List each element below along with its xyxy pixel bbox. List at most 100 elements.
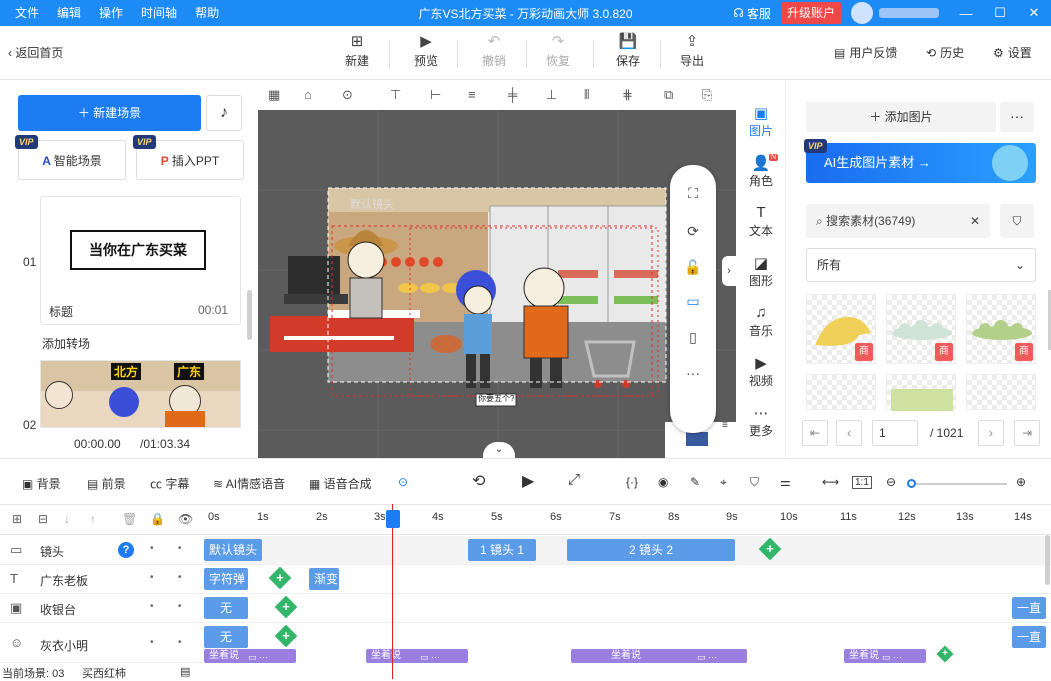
history-button[interactable]: ⟲ 历史 [926,44,964,61]
filter-icon[interactable]: ⛉ [750,475,759,490]
ai-voice-button[interactable]: ≋ AI情感语音 [213,475,285,492]
bracket-icon[interactable]: {·} [626,475,638,489]
track-character[interactable]: ☺ 灰衣小明 • • [0,623,204,663]
clear-search-icon[interactable]: ✕ [970,204,980,238]
track-row[interactable]: 默认镜头 1 镜头 1 2 镜头 2 + [204,536,1051,565]
new-button[interactable]: ⊞ 新建 [332,32,382,69]
action-clip[interactable]: 坐着说 ▭ ··· [844,649,926,663]
more-circle-icon[interactable]: ⊙ [342,87,353,103]
add-clip-button[interactable]: + [274,624,298,648]
clip[interactable]: 无 [204,597,248,619]
prev-page-button[interactable]: ‹ [836,420,862,446]
expand-right-button[interactable]: › [722,256,736,286]
speech-icon[interactable]: ▭ ··· [248,650,268,664]
notes-icon[interactable]: ▤ [180,665,190,678]
adjust-icon[interactable]: ⚌ [780,475,791,489]
lock-dot[interactable]: • [150,543,154,554]
more-dots-icon[interactable]: ··· [670,365,716,381]
track-text[interactable]: T 广东老板 • • [0,565,204,594]
tts-button[interactable]: ▦ 语音合成 [309,475,372,492]
menu-help[interactable]: 帮助 [186,0,228,26]
tab-character[interactable]: 👤 角色 N [736,154,786,189]
preview-button[interactable]: ▶ 预览 [401,32,451,69]
avatar[interactable] [851,2,873,24]
ai-generate-banner[interactable]: VIP AI生成图片素材 → [804,139,1036,183]
monitor-icon[interactable]: ▭ [670,293,716,310]
zoom-slider-knob[interactable] [907,479,916,488]
insert-ppt-button[interactable]: VIP P 插入PPT [133,135,244,180]
clip[interactable]: 默认镜头 [204,539,262,561]
add-transition-link[interactable]: 添加转场 [42,335,90,352]
menu-edit[interactable]: 编辑 [48,0,90,26]
paste-icon[interactable]: ⎘ [702,87,712,103]
asset-thumb[interactable] [886,374,956,411]
add-clip-button[interactable]: + [758,537,782,561]
lock-dot[interactable]: • [150,601,154,612]
minimize-icon[interactable]: — [949,6,983,21]
save-button[interactable]: 💾 保存 [603,32,653,69]
rotate-device-icon[interactable]: ⟳ [670,223,716,240]
next-page-button[interactable]: › [978,420,1004,446]
more-tools-button[interactable]: ⊙ [398,475,408,489]
align-left-icon[interactable]: ⊢ [430,87,441,103]
scene-list-scrollbar[interactable] [247,290,252,340]
clip[interactable]: 一直 [1012,597,1046,619]
unlock-icon[interactable]: 🔓 [670,259,716,276]
clip[interactable]: 2 镜头 2 [567,539,735,561]
first-page-button[interactable]: ⇤ [802,420,828,446]
home-icon[interactable]: ⌂ [304,87,312,102]
align-top-icon[interactable]: ⊤ [390,87,401,103]
mask-icon[interactable]: ⌖ [720,475,727,490]
clip[interactable]: 渐变 [309,568,339,590]
tab-shape[interactable]: ◪ 图形 [736,254,786,289]
distribute-v-icon[interactable]: ⋕ [622,87,633,103]
visibility-dot[interactable]: • [178,572,182,583]
camera-icon[interactable]: ◉ [658,475,668,489]
add-image-button[interactable]: ＋ 添加图片 [806,102,996,132]
time-ruler[interactable]: 0s 1s 2s 3s 4s 5s 6s 7s 8s 9s 10s 11s 12… [204,505,1051,535]
filter-button[interactable]: ⛉ [1000,204,1034,238]
clip[interactable]: 一直 [1012,626,1046,648]
asset-thumb[interactable] [806,374,876,410]
fit-width-icon[interactable]: ⟷ [822,475,839,489]
lock-dot[interactable]: • [150,637,154,648]
zoom-in-icon[interactable]: ⊕ [1016,475,1026,489]
zoom-out-icon[interactable]: ⊖ [886,475,896,489]
delete-icon[interactable]: 🗑 [122,512,137,526]
tab-music[interactable]: ♫ 音乐 [736,304,786,339]
tab-image[interactable]: ▣ 图片 [736,104,786,139]
grid-icon[interactable]: ▦ [268,87,280,103]
track-row[interactable]: 无 + 一直 [204,594,1051,623]
clip[interactable]: 字符弹 [204,568,248,590]
move-up-icon[interactable]: ↑ [90,512,96,526]
add-clip-button[interactable]: + [936,645,954,663]
close-icon[interactable]: ✕ [1017,5,1051,21]
subtitle-button[interactable]: ㏄ 字幕 [150,475,189,492]
action-row[interactable]: 坐着说 ▭ ··· 坐着说 ▭ ··· 坐着说 ▭ ··· 坐着说 ▭ ··· + [204,645,1051,665]
clip[interactable]: 无 [204,626,248,648]
smart-scene-button[interactable]: VIP A 智能场景 [15,135,126,180]
add-folder-icon[interactable]: ⊞ [12,512,22,526]
upgrade-button[interactable]: 升级账户 [780,2,841,24]
speech-icon[interactable]: ▭ ··· [882,650,902,664]
timeline-scrollbar[interactable] [1045,535,1050,585]
playhead-handle[interactable] [386,510,400,528]
export-button[interactable]: ⇪ 导出 [667,32,717,69]
asset-thumb[interactable] [966,374,1036,410]
action-clip[interactable]: 坐着说 ▭ ··· [366,649,468,663]
zoom-slider[interactable] [907,479,1007,488]
align-vcenter-icon[interactable]: ╪ [508,87,517,102]
track-camera[interactable]: ▭ 镜头 ? • • [0,536,204,565]
menu-file[interactable]: 文件 [6,0,48,26]
new-scene-button[interactable]: ＋ 新建场景 [18,95,201,131]
new-folder-icon[interactable]: ⊟ [38,512,48,526]
track-row[interactable]: 字符弹 + 渐变 [204,565,1051,594]
asset-thumb[interactable]: 商 [806,294,876,364]
menu-operate[interactable]: 操作 [90,0,132,26]
eye-icon[interactable]: 👁 [178,512,193,526]
track-register[interactable]: ▣ 收银台 • • [0,594,204,623]
last-page-button[interactable]: ⇥ [1014,420,1040,446]
clip[interactable]: 1 镜头 1 [468,539,536,561]
visibility-dot[interactable]: • [178,637,182,648]
settings-button[interactable]: ⚙ 设置 [993,44,1032,61]
